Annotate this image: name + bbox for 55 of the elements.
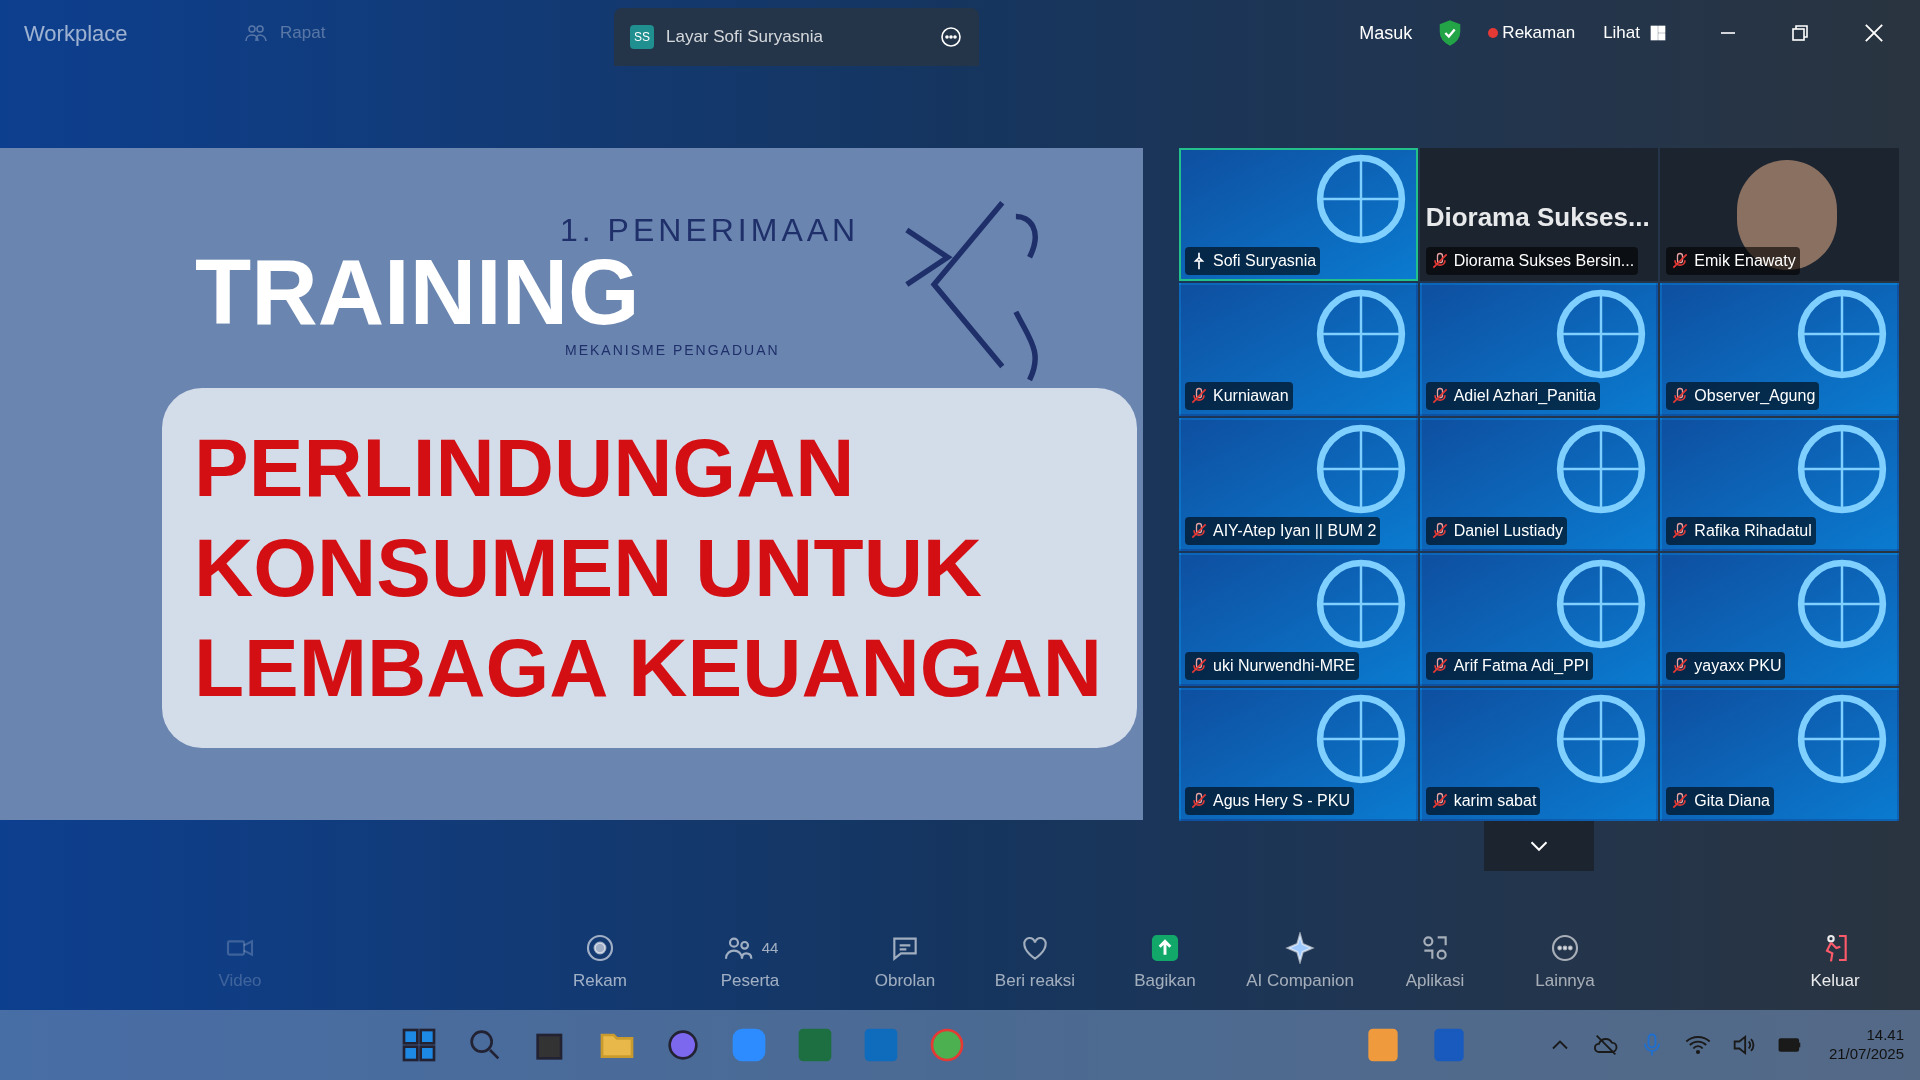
participant-name: Adiel Azhari_Panitia — [1453, 386, 1596, 406]
participant-tile[interactable]: Agus Hery S - PKU — [1179, 688, 1418, 821]
participant-name: Emik Enawaty — [1694, 251, 1796, 271]
share-tab-label: Layar Sofi Suryasnia — [666, 26, 824, 49]
sparkle-icon — [1284, 931, 1316, 964]
participant-tile[interactable]: Gita Diana — [1660, 688, 1899, 821]
toolbar-button[interactable]: Bagikan — [1110, 931, 1220, 994]
participant-name: Sofi Suryasnia — [1213, 251, 1317, 271]
toolbar-button[interactable]: Keluar — [1790, 931, 1880, 994]
participant-name: AIY-Atep Iyan || BUM 2 — [1213, 521, 1377, 541]
participant-name: uki Nurwendhi-MRE — [1213, 656, 1356, 676]
participant-tile[interactable]: uki Nurwendhi-MRE — [1179, 553, 1418, 686]
toolbar-button[interactable]: Obrolan — [850, 931, 960, 994]
title-line: KONSUMEN UNTUK — [194, 521, 984, 615]
participant-name: Gita Diana — [1694, 791, 1770, 811]
participant-name: Kurniawan — [1213, 386, 1289, 406]
participant-tile[interactable]: Adiel Azhari_Panitia — [1419, 283, 1659, 416]
participant-name: Diorama Sukses Bersin... — [1453, 251, 1635, 271]
participant-tile[interactable]: Kurniawan — [1179, 283, 1418, 416]
participant-name: Daniel Lustiady — [1453, 521, 1564, 541]
app-name: Workplace — [24, 19, 129, 48]
participant-name: Rafika Rihadatul — [1694, 521, 1812, 541]
participant-name: Agus Hery S - PKU — [1213, 791, 1350, 811]
participant-count: 44 — [761, 937, 779, 958]
share-tab[interactable]: SS Layar Sofi Suryasnia — [614, 8, 979, 66]
title-line: PERLINDUNGAN — [194, 421, 856, 515]
toolbar-button[interactable]: AI Companion — [1230, 931, 1370, 994]
name-label: Diorama Sukses... — [1425, 201, 1650, 234]
participant-tile[interactable]: AIY-Atep Iyan || BUM 2 — [1179, 418, 1418, 551]
participant-tile[interactable]: Observer_Agung — [1660, 283, 1899, 416]
participant-name: karim sabat — [1453, 791, 1537, 811]
participant-tile[interactable]: Daniel Lustiady — [1419, 418, 1659, 551]
recording-indicator: Rekaman — [1488, 20, 1576, 46]
toolbar-button[interactable]: Aplikasi — [1380, 931, 1490, 994]
participant-name: yayaxx PKU — [1694, 656, 1782, 676]
participant-tile[interactable]: Sofi Suryasnia — [1179, 148, 1418, 281]
participant-tile[interactable]: karim sabat — [1419, 688, 1659, 821]
toolbar-button[interactable]: Rekam — [540, 931, 660, 994]
participant-tile[interactable]: Rafika Rihadatul — [1660, 418, 1899, 551]
shared-subheading: MEKANISME PENGADUAN — [565, 341, 780, 360]
grid-icon — [1648, 23, 1668, 43]
title-line: LEMBAGA KEUANGAN — [194, 621, 1104, 715]
view-button[interactable]: Lihat — [1603, 20, 1668, 46]
participant-tile[interactable]: Arif Fatma Adi_PPI — [1419, 553, 1659, 686]
participant-name: Observer_Agung — [1694, 386, 1816, 406]
sign-in-link[interactable]: Masuk — [1359, 19, 1413, 47]
participant-tile[interactable]: Diorama Sukses... Diorama Sukses Bersin... — [1419, 148, 1659, 281]
toolbar-button[interactable]: Lainnya — [1510, 931, 1620, 994]
participant-name: Arif Fatma Adi_PPI — [1453, 656, 1589, 676]
toolbar-button[interactable]: Beri reaksi — [980, 931, 1090, 994]
toolbar-button[interactable]: 44 Peserta — [690, 931, 810, 994]
participant-tile[interactable]: yayaxx PKU — [1660, 553, 1899, 686]
more-icon[interactable] — [939, 25, 963, 49]
avatar-initials: SS — [630, 25, 654, 49]
participant-tile[interactable]: Emik Enawaty — [1660, 148, 1899, 281]
